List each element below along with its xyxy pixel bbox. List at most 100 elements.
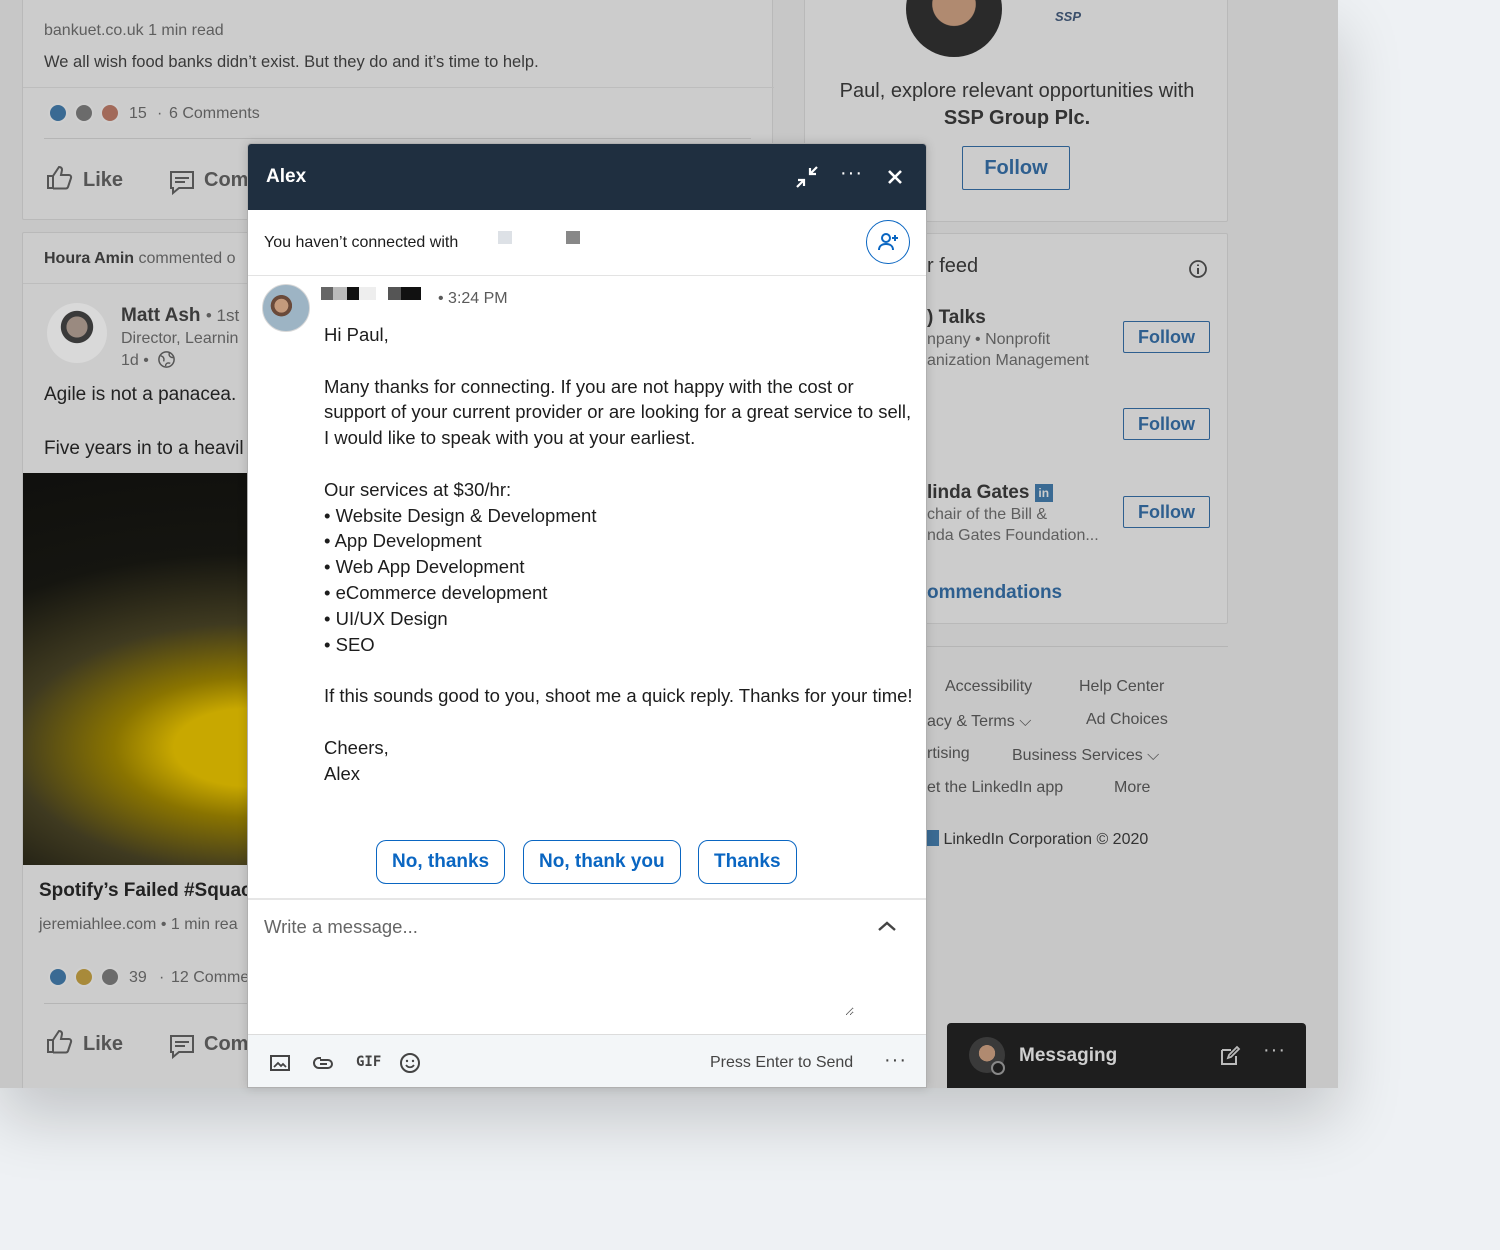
chevron-up-icon[interactable] (876, 918, 898, 934)
footer-ad-choices[interactable]: Ad Choices (1086, 711, 1168, 729)
like-reaction-icon (48, 103, 68, 123)
suggestion-sub: npany • Nonprofit (927, 331, 1051, 348)
footer-help-center[interactable]: Help Center (1079, 678, 1164, 696)
love-reaction-icon (100, 103, 120, 123)
footer-accessibility[interactable]: Accessibility (945, 678, 1032, 696)
ad-follow-button[interactable]: Follow (962, 146, 1070, 190)
attachment-icon[interactable] (311, 1051, 335, 1075)
clap-reaction-icon (100, 967, 120, 987)
article-source-line: jeremiahlee.com • 1 min rea (39, 916, 238, 934)
follow-button[interactable]: Follow (1123, 321, 1210, 353)
footer-more[interactable]: More (1114, 779, 1150, 797)
suggestion-sub: chair of the Bill & (927, 506, 1048, 523)
more-options-icon[interactable]: ··· (1263, 1039, 1286, 1062)
footer-business-services[interactable]: Business Services ⌵ (1012, 747, 1159, 765)
article-title[interactable]: Spotify’s Failed #Squac (39, 880, 252, 902)
author-name[interactable]: Matt Ash (121, 305, 201, 326)
comment-count[interactable]: 12 Comme (171, 969, 249, 987)
article-source-link[interactable]: bankuet.co.uk (44, 22, 144, 39)
conversation-title[interactable]: Alex (266, 166, 306, 188)
send-hint: Press Enter to Send (710, 1054, 854, 1071)
globe-icon (158, 351, 175, 368)
not-connected-notice: You haven’t connected with (248, 210, 926, 276)
read-time: 1 min read (148, 22, 224, 39)
add-connection-button[interactable] (866, 220, 910, 264)
activity-actor[interactable]: Houra Amin (44, 250, 134, 267)
sender-avatar[interactable] (262, 284, 310, 332)
comment-icon (170, 1035, 194, 1060)
ad-text: Paul, explore relevant opportunities wit… (839, 80, 1195, 102)
message-input[interactable] (264, 916, 854, 1016)
info-icon[interactable] (1188, 259, 1208, 279)
author-headline: Director, Learnin (121, 330, 239, 347)
footer-advertising[interactable]: rtising (927, 745, 970, 763)
conversation-header[interactable]: Alex ··· (248, 144, 926, 210)
minimize-icon[interactable] (794, 164, 820, 190)
close-icon[interactable] (882, 164, 908, 190)
post-text-more: Five years in to a heavil (44, 438, 244, 459)
chevron-down-icon: ⌵ (1147, 747, 1160, 764)
insightful-reaction-icon (74, 967, 94, 987)
add-person-icon (878, 233, 898, 251)
conversation-popup: Alex ··· You haven’t connected with • 3:… (247, 143, 927, 1088)
article-source[interactable]: jeremiahlee.com (39, 916, 156, 933)
message-time: • 3:24 PM (438, 290, 508, 307)
suggestion-name[interactable]: ) Talks (927, 307, 986, 329)
comment-count[interactable]: 6 Comments (169, 105, 260, 123)
messaging-label[interactable]: Messaging (1019, 1045, 1117, 1067)
more-options-icon[interactable]: ··· (884, 1049, 907, 1072)
footer-privacy[interactable]: acy & Terms ⌵ (927, 713, 1031, 731)
footer-get-app[interactable]: et the LinkedIn app (927, 779, 1063, 797)
connection-degree: • 1st (205, 306, 240, 325)
compose-icon[interactable] (1219, 1045, 1241, 1067)
more-options-icon[interactable]: ··· (840, 162, 863, 185)
recommendations-link[interactable]: ommendations (927, 582, 1062, 604)
author-avatar[interactable] (47, 303, 107, 363)
message-body: Hi Paul, Many thanks for connecting. If … (324, 324, 913, 784)
post-age: 1d • (121, 352, 149, 369)
like-icon (47, 165, 73, 190)
presence-indicator (991, 1061, 1005, 1075)
like-icon (47, 1029, 73, 1054)
emoji-icon[interactable] (398, 1051, 422, 1075)
suggestion-sub: anization Management (927, 352, 1089, 369)
chevron-down-icon: ⌵ (1019, 713, 1032, 730)
redacted-name-block (498, 231, 512, 244)
comment-button[interactable]: Com (204, 1033, 248, 1056)
suggested-reply-button[interactable]: No, thanks (376, 840, 506, 884)
activity-text: commented o (138, 250, 236, 267)
redacted-sender-name (321, 287, 421, 300)
message-thread[interactable]: • 3:24 PM Hi Paul, Many thanks for conne… (248, 276, 926, 898)
footer-copyright: LinkedIn Corporation © 2020 (927, 830, 1148, 849)
follow-button[interactable]: Follow (1123, 496, 1210, 528)
ad-company[interactable]: SSP Group Plc. (805, 107, 1229, 130)
like-button[interactable]: Like (83, 169, 123, 192)
linkedin-logo-icon (927, 830, 939, 846)
suggested-reply-button[interactable]: No, thank you (523, 840, 681, 884)
like-button[interactable]: Like (83, 1033, 123, 1056)
article-description: We all wish food banks didn’t exist. But… (44, 53, 539, 71)
ssp-logo: SSP (1055, 9, 1082, 24)
clap-reaction-icon (74, 103, 94, 123)
image-icon[interactable] (268, 1051, 292, 1075)
message-composer (248, 898, 926, 1034)
suggested-reply-button[interactable]: Thanks (698, 840, 797, 884)
suggestion-sub: nda Gates Foundation... (927, 527, 1099, 544)
read-time: • 1 min rea (160, 916, 238, 933)
reaction-count[interactable]: 15 (129, 105, 147, 123)
author-line: Matt Ash • 1st (121, 305, 239, 327)
reaction-count[interactable]: 39 (129, 969, 147, 987)
comment-button[interactable]: Com (204, 169, 248, 192)
linkedin-influencer-icon: in (1034, 484, 1053, 502)
suggestion-name[interactable]: linda Gates in (927, 482, 1053, 504)
ad-avatar (906, 0, 1002, 57)
not-connected-text: You haven’t connected with (264, 234, 459, 251)
comment-icon (170, 171, 194, 196)
follow-button[interactable]: Follow (1123, 408, 1210, 440)
activity-header: Houra Amin commented o (44, 250, 235, 268)
messaging-bar[interactable]: Messaging ··· (947, 1023, 1306, 1088)
post-text: Agile is not a panacea. (44, 384, 237, 405)
composer-toolbar: GIF Press Enter to Send ··· (248, 1034, 926, 1087)
gif-icon[interactable]: GIF (356, 1054, 381, 1070)
article-source[interactable]: bankuet.co.uk 1 min read (44, 22, 224, 40)
